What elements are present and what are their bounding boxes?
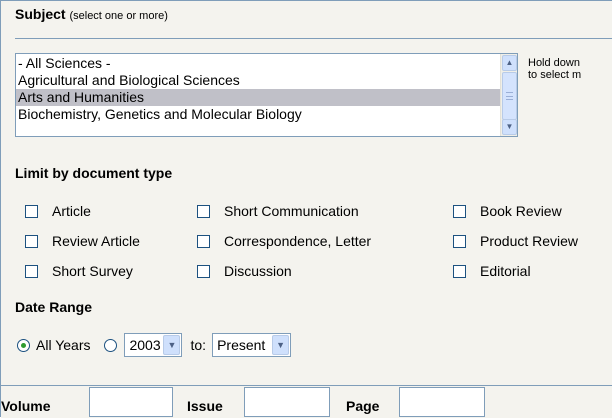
checkbox-label: Short Communication — [224, 203, 359, 219]
subject-listbox[interactable]: - All Sciences - Agricultural and Biolog… — [15, 53, 518, 137]
subject-option-selected[interactable]: Arts and Humanities — [16, 89, 517, 106]
to-label: to: — [190, 337, 207, 353]
help-line-2: to select m — [528, 69, 582, 81]
checkbox-short-communication[interactable]: Short Communication — [197, 201, 359, 221]
listbox-scrollbar[interactable]: ▲ ▼ — [500, 54, 517, 136]
grip-icon — [506, 92, 513, 100]
checkbox-label: Discussion — [224, 263, 292, 279]
checkbox-box[interactable] — [25, 204, 38, 218]
subject-option[interactable]: Biochemistry, Genetics and Molecular Bio… — [16, 106, 517, 123]
checkbox-editorial[interactable]: Editorial — [453, 261, 531, 281]
doctype-title: Limit by document type — [15, 165, 173, 181]
checkbox-box[interactable] — [453, 234, 466, 248]
checkbox-product-review[interactable]: Product Review — [453, 231, 578, 251]
checkbox-short-survey[interactable]: Short Survey — [25, 261, 133, 281]
doctype-row: Short Survey Discussion Editorial — [1, 261, 612, 281]
subject-title-text: Subject — [15, 6, 66, 22]
date-range-title: Date Range — [15, 299, 93, 315]
checkbox-review-article[interactable]: Review Article — [25, 231, 140, 251]
scroll-down-arrow-icon[interactable]: ▼ — [502, 119, 517, 135]
to-year-value: Present — [217, 337, 266, 353]
checkbox-box[interactable] — [453, 264, 466, 278]
subject-option[interactable]: Agricultural and Biological Sciences — [16, 72, 517, 89]
search-form-panel: Subject (select one or more) - All Scien… — [0, 0, 612, 418]
doctype-row: Article Short Communication Book Review — [1, 201, 612, 221]
checkbox-box[interactable] — [25, 264, 38, 278]
checkbox-label: Product Review — [480, 233, 579, 249]
checkbox-label: Editorial — [480, 263, 531, 279]
checkbox-box[interactable] — [197, 204, 210, 218]
checkbox-label: Book Review — [480, 203, 562, 219]
checkbox-discussion[interactable]: Discussion — [197, 261, 292, 281]
checkbox-box[interactable] — [25, 234, 38, 248]
issue-label: Issue — [187, 398, 223, 414]
checkbox-correspondence-letter[interactable]: Correspondence, Letter — [197, 231, 371, 251]
date-range-controls: All Years 2003 ▼ to: Present ▼ — [17, 333, 292, 357]
page-input[interactable] — [399, 387, 485, 417]
page-label: Page — [346, 398, 380, 414]
chevron-down-icon[interactable]: ▼ — [163, 335, 181, 355]
help-line-1: Hold down — [528, 57, 580, 69]
multiselect-help: Hold down to select m — [528, 57, 612, 81]
chevron-down-icon[interactable]: ▼ — [272, 335, 290, 355]
subject-title: Subject (select one or more) — [15, 6, 168, 22]
from-year-value: 2003 — [129, 337, 161, 353]
scroll-thumb[interactable] — [502, 72, 517, 120]
checkbox-article[interactable]: Article — [25, 201, 91, 221]
all-years-label: All Years — [36, 337, 91, 353]
issue-input[interactable] — [244, 387, 330, 417]
radio-all-years[interactable] — [17, 338, 30, 352]
checkbox-box[interactable] — [197, 264, 210, 278]
scroll-up-arrow-icon[interactable]: ▲ — [502, 55, 517, 71]
to-year-select[interactable]: Present ▼ — [212, 333, 292, 357]
doctype-row: Review Article Correspondence, Letter Pr… — [1, 231, 612, 251]
checkbox-label: Article — [52, 203, 91, 219]
subject-header: Subject (select one or more) — [15, 5, 612, 39]
subject-hint: (select one or more) — [69, 10, 168, 22]
radio-year-range[interactable] — [104, 338, 118, 352]
volume-input[interactable] — [89, 387, 173, 417]
checkbox-box[interactable] — [453, 204, 466, 218]
checkbox-label: Correspondence, Letter — [224, 233, 372, 249]
from-year-select[interactable]: 2003 ▼ — [124, 333, 183, 357]
checkbox-box[interactable] — [197, 234, 210, 248]
volume-label: Volume — [1, 398, 51, 414]
checkbox-book-review[interactable]: Book Review — [453, 201, 562, 221]
checkbox-label: Review Article — [52, 233, 140, 249]
subject-option[interactable]: - All Sciences - — [16, 55, 517, 72]
checkbox-label: Short Survey — [52, 263, 133, 279]
